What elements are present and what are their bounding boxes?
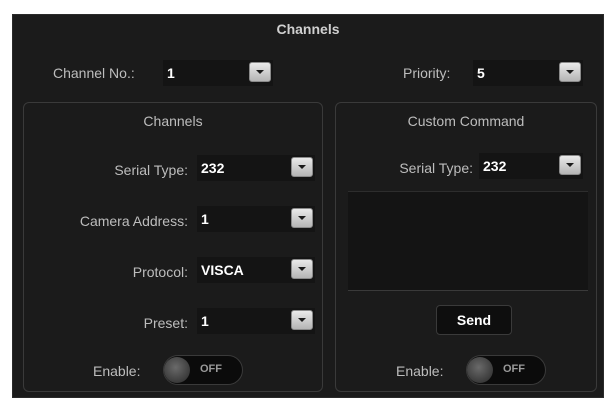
priority-label: Priority: xyxy=(403,65,451,81)
toggle-knob xyxy=(164,357,190,383)
channel-no-label: Channel No.: xyxy=(53,65,135,81)
preset-label: Preset: xyxy=(143,315,188,331)
serial-type-value: 232 xyxy=(201,160,225,176)
custom-enable-toggle[interactable]: OFF xyxy=(466,355,546,385)
protocol-label: Protocol: xyxy=(132,264,188,280)
channels-panel-title: Channels xyxy=(143,113,203,129)
chevron-down-icon[interactable] xyxy=(291,310,313,330)
serial-type-select[interactable]: 232 xyxy=(197,155,315,181)
preset-select[interactable]: 1 xyxy=(197,308,315,334)
protocol-select[interactable]: VISCA xyxy=(197,257,315,283)
custom-enable-label: Enable: xyxy=(396,363,444,379)
camera-address-value: 1 xyxy=(201,211,209,227)
channels-panel: Channels xyxy=(23,102,323,392)
custom-serial-type-value: 232 xyxy=(483,158,507,174)
send-button[interactable]: Send xyxy=(436,305,512,335)
serial-type-label: Serial Type: xyxy=(114,162,188,178)
priority-value: 5 xyxy=(477,65,485,81)
toggle-knob xyxy=(467,357,493,383)
custom-serial-type-select[interactable]: 232 xyxy=(479,153,583,179)
channel-no-select[interactable]: 1 xyxy=(163,60,273,86)
camera-address-label: Camera Address: xyxy=(79,213,188,229)
custom-command-input[interactable] xyxy=(348,191,588,291)
priority-select[interactable]: 5 xyxy=(473,60,583,86)
chevron-down-icon[interactable] xyxy=(291,208,313,228)
preset-value: 1 xyxy=(201,313,209,329)
chevron-down-icon[interactable] xyxy=(291,259,313,279)
chevron-down-icon[interactable] xyxy=(559,62,581,82)
chevron-down-icon[interactable] xyxy=(249,62,271,82)
channels-window: Channels Channel No.: 1 Priority: 5 Chan… xyxy=(12,14,604,398)
chevron-down-icon[interactable] xyxy=(291,157,313,177)
protocol-value: VISCA xyxy=(201,262,244,278)
toggle-state: OFF xyxy=(200,363,222,375)
custom-command-title: Custom Command xyxy=(407,113,525,129)
camera-address-select[interactable]: 1 xyxy=(197,206,315,232)
enable-toggle[interactable]: OFF xyxy=(163,355,243,385)
window-title: Channels xyxy=(276,21,340,37)
toggle-state: OFF xyxy=(503,363,525,375)
custom-serial-type-label: Serial Type: xyxy=(399,160,473,176)
enable-label: Enable: xyxy=(93,363,141,379)
chevron-down-icon[interactable] xyxy=(559,155,581,175)
channel-no-value: 1 xyxy=(167,65,175,81)
